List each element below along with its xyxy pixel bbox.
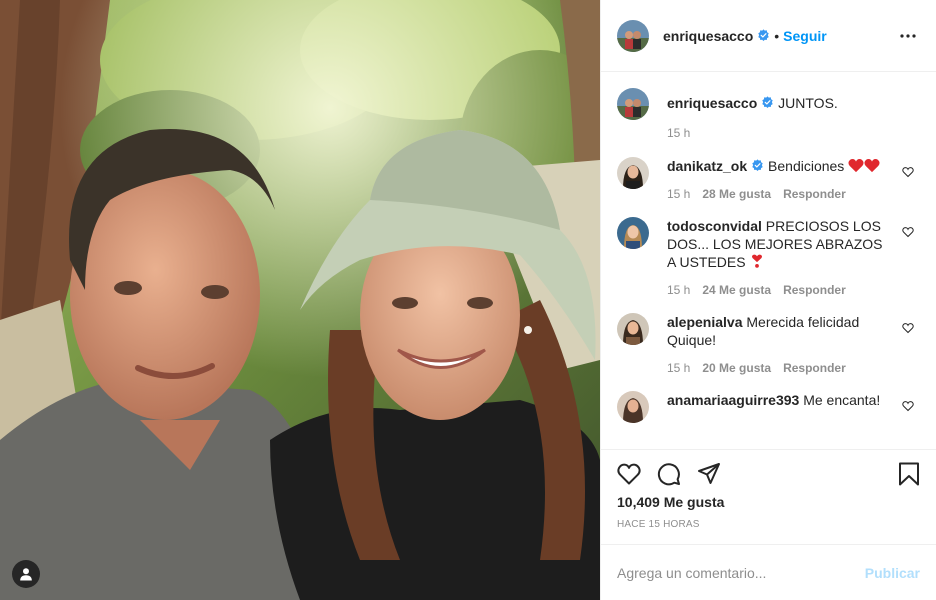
separator-dot: • [774, 27, 780, 44]
user-tag-icon [20, 568, 32, 581]
comments-list[interactable]: enriquesacco JUNTOS. 15 h danikatz_ok Be… [601, 72, 936, 449]
commenter-avatar-image [617, 217, 649, 249]
comment-username[interactable]: alepenialva [667, 314, 743, 330]
comment-like-heart-icon[interactable] [902, 226, 914, 238]
comment-item: alepenialva Merecida felicidad Quique! 1… [617, 313, 920, 375]
avatar[interactable] [617, 19, 649, 52]
add-comment-bar: Publicar [601, 544, 936, 600]
post-side-panel: enriquesacco • Seguir enriquesacco JUNTO… [600, 0, 936, 600]
comment-username[interactable]: todosconvidal [667, 218, 762, 234]
comment-like-heart-icon[interactable] [902, 166, 914, 178]
comment-text: Me encanta! [803, 392, 881, 408]
post-header: enriquesacco • Seguir [601, 0, 936, 72]
post-photo[interactable] [0, 0, 600, 600]
like-button[interactable] [617, 454, 657, 494]
verified-badge-icon [758, 29, 769, 42]
comment-like-heart-icon[interactable] [902, 400, 914, 412]
comment-item: danikatz_ok Bendiciones 15 h 28 Me gusta… [617, 157, 920, 201]
selfie-image [0, 0, 600, 600]
comment-item: anamariaaguirre393 Me encanta! [617, 391, 920, 423]
commenter-avatar-image [617, 391, 649, 423]
author-avatar-image [617, 19, 649, 52]
author-avatar-image [617, 88, 649, 120]
comment-likes[interactable]: 20 Me gusta [702, 361, 771, 375]
instagram-post: enriquesacco • Seguir enriquesacco JUNTO… [0, 0, 936, 600]
bookmark-icon [899, 462, 919, 486]
comment-icon [657, 463, 680, 486]
avatar[interactable] [617, 313, 649, 345]
caption-time[interactable]: 15 h [667, 126, 690, 140]
comment-likes[interactable]: 28 Me gusta [702, 187, 771, 201]
comment-time[interactable]: 15 h [667, 361, 690, 375]
avatar[interactable] [617, 217, 649, 249]
avatar[interactable] [617, 157, 649, 189]
comment-like-heart-icon[interactable] [902, 322, 914, 334]
paper-plane-icon [698, 463, 720, 484]
commenter-avatar-image [617, 157, 649, 189]
author-info: enriquesacco • Seguir [663, 28, 827, 44]
action-buttons [617, 450, 920, 492]
share-button[interactable] [697, 454, 737, 494]
comment-time[interactable]: 15 h [667, 283, 690, 297]
red-heart-emoji-icon [848, 159, 864, 173]
comment-username[interactable]: danikatz_ok [667, 158, 747, 174]
caption-username[interactable]: enriquesacco [667, 95, 757, 111]
verified-badge-icon [762, 96, 773, 109]
reply-button[interactable]: Responder [783, 283, 846, 297]
likes-count[interactable]: 10,409 Me gusta [617, 492, 920, 512]
post-caption: enriquesacco JUNTOS. 15 h [617, 88, 920, 140]
post-timestamp[interactable]: HACE 15 HORAS [617, 518, 920, 532]
more-options-button[interactable] [896, 24, 920, 48]
comment-input[interactable] [617, 564, 857, 581]
heart-icon [617, 463, 641, 485]
heavy-heart-exclamation-emoji-icon [752, 254, 763, 268]
author-username[interactable]: enriquesacco [663, 28, 753, 44]
more-horizontal-icon [900, 33, 916, 38]
avatar[interactable] [617, 88, 649, 120]
avatar[interactable] [617, 391, 649, 423]
comment-time[interactable]: 15 h [667, 187, 690, 201]
user-tag-button[interactable] [12, 560, 40, 588]
reply-button[interactable]: Responder [783, 361, 846, 375]
publish-comment-button[interactable]: Publicar [865, 565, 920, 581]
save-button[interactable] [880, 454, 920, 494]
comment-item: todosconvidal PRECIOSOS LOS DOS... LOS M… [617, 217, 920, 297]
comment-username[interactable]: anamariaaguirre393 [667, 392, 799, 408]
follow-button[interactable]: Seguir [783, 28, 827, 44]
reply-button[interactable]: Responder [783, 187, 846, 201]
caption-text: JUNTOS. [778, 95, 838, 111]
red-heart-emoji-icon [864, 159, 880, 173]
commenter-avatar-image [617, 313, 649, 345]
comment-likes[interactable]: 24 Me gusta [702, 283, 771, 297]
comment-button[interactable] [657, 454, 697, 494]
verified-badge-icon [752, 159, 763, 172]
post-actions: 10,409 Me gusta HACE 15 HORAS [601, 449, 936, 544]
comment-text: Bendiciones [768, 158, 845, 174]
